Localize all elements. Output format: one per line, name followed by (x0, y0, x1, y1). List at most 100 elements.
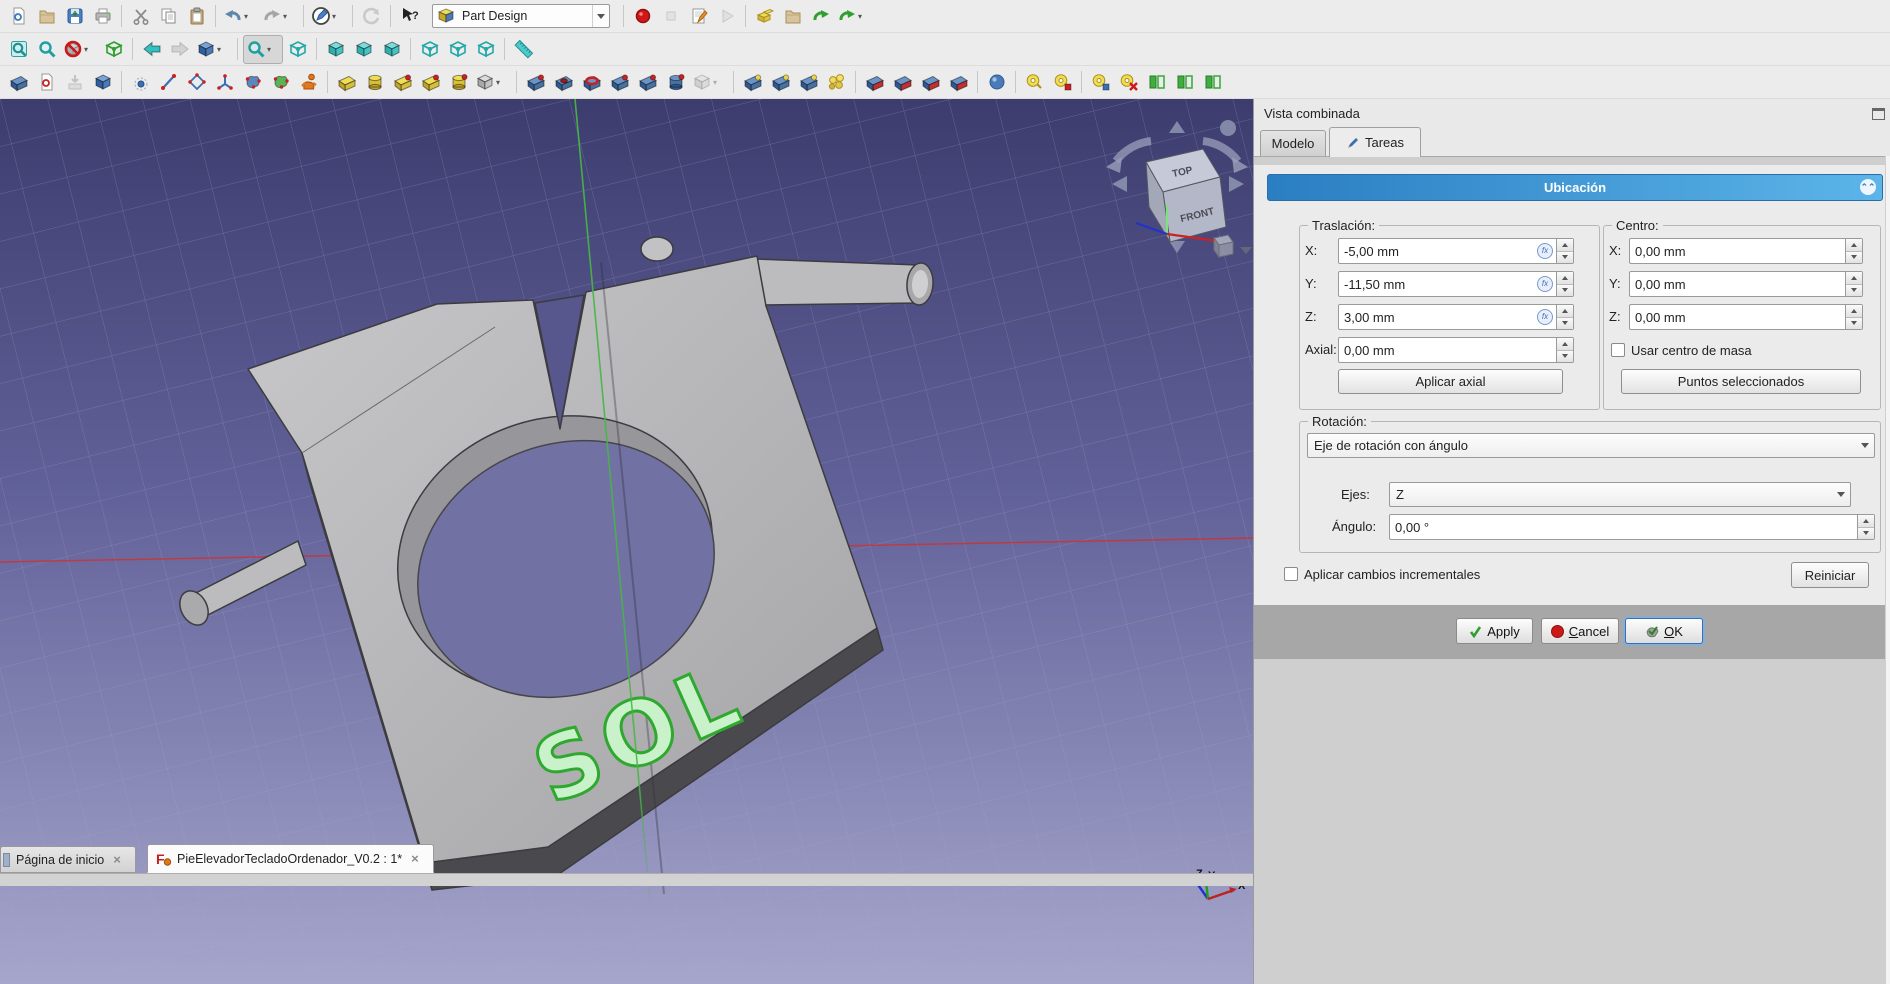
view-back-icon[interactable] (138, 36, 165, 63)
make-sub-link-dropdown-icon[interactable]: ▾ (858, 12, 862, 21)
datum-line-icon[interactable] (155, 69, 182, 96)
save-document-icon[interactable] (61, 3, 88, 30)
draw-style-dropdown-icon[interactable]: ▾ (84, 45, 88, 54)
selection-bounding-box-icon[interactable] (100, 36, 127, 63)
local-coordinate-system-icon[interactable] (211, 69, 238, 96)
redo-dropdown-icon[interactable]: ▾ (283, 12, 287, 21)
workbench-selector[interactable]: Part Design (432, 4, 610, 28)
new-document-icon[interactable] (5, 3, 32, 30)
subtractive-helix-icon[interactable] (662, 69, 689, 96)
close-tab-icon[interactable]: × (113, 853, 121, 866)
subtractive-loft-icon[interactable] (606, 69, 633, 96)
pocket-icon[interactable] (522, 69, 549, 96)
create-part-icon[interactable] (751, 3, 778, 30)
pad-icon[interactable] (333, 69, 360, 96)
float-panel-icon[interactable] (1872, 108, 1885, 120)
additive-loft-icon[interactable] (389, 69, 416, 96)
view-right-icon[interactable] (378, 36, 405, 63)
expression-icon[interactable]: fx (1537, 276, 1553, 292)
redo-icon[interactable]: ▾ (260, 3, 298, 30)
fit-all-icon[interactable] (5, 36, 32, 63)
subtractive-primitive-dropdown-icon[interactable]: ▾ (713, 78, 717, 87)
measure-linear-icon[interactable] (1021, 69, 1048, 96)
make-link-icon[interactable] (807, 3, 834, 30)
zoom-tool-dropdown-icon[interactable]: ▾ (267, 45, 271, 54)
create-group-icon[interactable] (779, 3, 806, 30)
measure-toggle-delta-icon[interactable] (1199, 69, 1226, 96)
linear-pattern-icon[interactable] (767, 69, 794, 96)
additive-primitive-dropdown-icon[interactable]: ▾ (496, 78, 500, 87)
shape-binder-icon[interactable] (239, 69, 266, 96)
paste-icon[interactable] (183, 3, 210, 30)
selected-points-button[interactable]: Puntos seleccionados (1621, 369, 1861, 394)
multi-transform-icon[interactable] (823, 69, 850, 96)
view-home-dropdown-icon[interactable]: ▾ (217, 45, 221, 54)
center-field-1-spinner[interactable] (1845, 272, 1862, 296)
measure-refresh-icon[interactable] (1087, 69, 1114, 96)
tab-tareas[interactable]: Tareas (1329, 127, 1421, 157)
angle-spinner[interactable] (1857, 515, 1874, 539)
view-axonometric-icon[interactable] (284, 36, 311, 63)
additive-helix-icon[interactable] (445, 69, 472, 96)
sub-shape-binder-icon[interactable] (267, 69, 294, 96)
measure-toggle-3d-icon[interactable] (1171, 69, 1198, 96)
use-center-of-mass-checkbox[interactable] (1611, 343, 1625, 357)
mdi-tab-start-page[interactable]: Página de inicio × (0, 846, 136, 873)
view-top-icon[interactable] (350, 36, 377, 63)
copy-icon[interactable] (155, 3, 182, 30)
macro-play-icon[interactable] (713, 3, 740, 30)
boolean-operation-icon[interactable] (983, 69, 1010, 96)
subtractive-pipe-icon[interactable] (634, 69, 661, 96)
revolution-icon[interactable] (361, 69, 388, 96)
tab-modelo[interactable]: Modelo (1260, 130, 1326, 157)
ok-button[interactable]: OK (1625, 618, 1703, 644)
mdi-tab-document[interactable]: F PieElevadorTecladoOrdenador_V0.2 : 1* … (147, 844, 434, 873)
translation-field-1-input[interactable]: -11,50 mmfx (1338, 271, 1574, 297)
draw-style-icon[interactable]: ▾ (61, 36, 99, 63)
hole-icon[interactable] (550, 69, 577, 96)
center-field-0-input[interactable]: 0,00 mm (1629, 238, 1863, 264)
center-field-2-spinner[interactable] (1845, 305, 1862, 329)
polar-pattern-icon[interactable] (795, 69, 822, 96)
groove-icon[interactable] (578, 69, 605, 96)
undo-dropdown-icon[interactable]: ▾ (244, 12, 248, 21)
view-left-icon[interactable] (472, 36, 499, 63)
view-home-icon[interactable]: ▾ (194, 36, 232, 63)
center-field-2-input[interactable]: 0,00 mm (1629, 304, 1863, 330)
leave-sketch-icon[interactable] (61, 69, 88, 96)
open-document-icon[interactable] (33, 3, 60, 30)
datum-plane-icon[interactable] (183, 69, 210, 96)
close-tab-icon[interactable]: × (411, 852, 419, 865)
panel-scrollbar[interactable] (1885, 156, 1890, 984)
macro-edit-icon[interactable] (685, 3, 712, 30)
center-field-0-spinner[interactable] (1845, 239, 1862, 263)
center-field-1-input[interactable]: 0,00 mm (1629, 271, 1863, 297)
angle-spinbox[interactable]: 0,00 ° (1389, 514, 1875, 540)
mirrored-icon[interactable] (739, 69, 766, 96)
rotation-mode-combobox[interactable]: Eje de rotación con ángulo (1307, 433, 1875, 458)
fillet-icon[interactable] (861, 69, 888, 96)
incremental-checkbox[interactable] (1284, 567, 1298, 581)
link-actions-dropdown-icon[interactable]: ▾ (332, 12, 336, 21)
reset-button[interactable]: Reiniciar (1791, 562, 1869, 588)
cut-icon[interactable] (127, 3, 154, 30)
refresh-icon[interactable] (358, 3, 385, 30)
view-rear-icon[interactable] (416, 36, 443, 63)
view-front-icon[interactable] (322, 36, 349, 63)
translation-field-3-input[interactable]: 0,00 mm (1338, 337, 1574, 363)
fit-selection-icon[interactable] (33, 36, 60, 63)
create-body-icon[interactable] (5, 69, 32, 96)
measure-toggle-all-icon[interactable] (1143, 69, 1170, 96)
zoom-tool-icon[interactable]: ▾ (243, 35, 283, 64)
additive-pipe-icon[interactable] (417, 69, 444, 96)
subtractive-primitive-icon[interactable]: ▾ (690, 69, 728, 96)
additive-primitive-icon[interactable]: ▾ (473, 69, 511, 96)
apply-axial-button[interactable]: Aplicar axial (1338, 369, 1563, 394)
macro-stop-icon[interactable] (657, 3, 684, 30)
macro-record-icon[interactable] (629, 3, 656, 30)
translation-field-2-input[interactable]: 3,00 mmfx (1338, 304, 1574, 330)
translation-field-1-spinner[interactable] (1556, 272, 1573, 296)
view-sketch-icon[interactable] (89, 69, 116, 96)
expression-icon[interactable]: fx (1537, 243, 1553, 259)
cancel-button[interactable]: Cancel (1541, 618, 1619, 644)
